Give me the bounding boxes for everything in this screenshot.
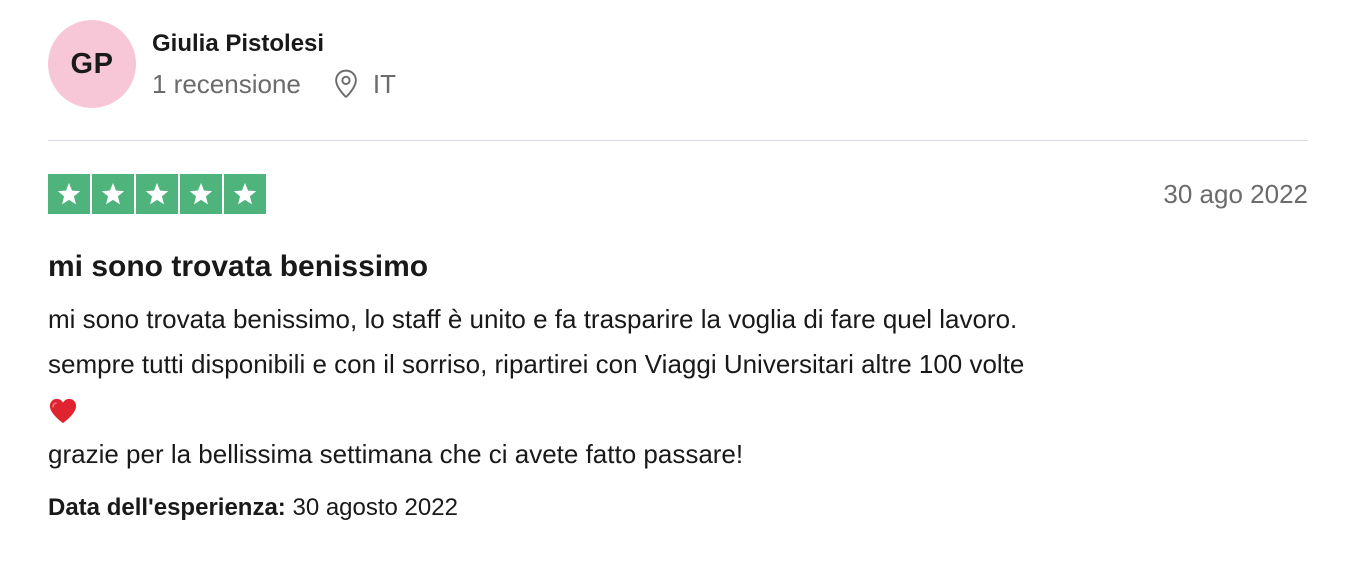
- location-pin-icon: [335, 69, 357, 98]
- consumer-info: GP Giulia Pistolesi 1 recensione IT: [48, 18, 1308, 110]
- country-code: IT: [372, 69, 396, 99]
- review-body-line: grazie per la bellissima settimana che c…: [48, 439, 744, 469]
- consumer-name[interactable]: Giulia Pistolesi: [152, 29, 396, 59]
- divider: [48, 140, 1308, 141]
- review-body-line: mi sono trovata benissimo, lo staff è un…: [48, 304, 1018, 334]
- review-date: 30 ago 2022: [1163, 178, 1308, 209]
- rating-row: 30 ago 2022: [48, 173, 1308, 215]
- red-heart-icon: [49, 398, 77, 424]
- star-rating: [48, 174, 266, 214]
- star-icon: [136, 174, 178, 214]
- review-body-line: [48, 387, 1308, 432]
- review-title[interactable]: mi sono trovata benissimo: [48, 247, 1308, 287]
- experience-label: Data dell'esperienza:: [48, 494, 286, 521]
- review-count: 1 recensione: [152, 69, 301, 99]
- avatar[interactable]: GP: [48, 20, 136, 108]
- consumer-location: IT: [333, 69, 396, 99]
- review-card: GP Giulia Pistolesi 1 recensione IT 30 a…: [48, 18, 1308, 525]
- consumer-details: Giulia Pistolesi 1 recensione IT: [152, 29, 396, 99]
- star-icon: [180, 174, 222, 214]
- review-body-line: sempre tutti disponibili e con il sorris…: [48, 349, 1025, 379]
- star-icon: [48, 174, 90, 214]
- review-body: mi sono trovata benissimo, lo staff è un…: [48, 297, 1308, 477]
- experience-value: 30 agosto 2022: [292, 494, 458, 521]
- experience-date: Data dell'esperienza: 30 agosto 2022: [48, 491, 1308, 525]
- star-icon: [224, 174, 266, 214]
- consumer-meta: 1 recensione IT: [152, 69, 396, 99]
- star-icon: [92, 174, 134, 214]
